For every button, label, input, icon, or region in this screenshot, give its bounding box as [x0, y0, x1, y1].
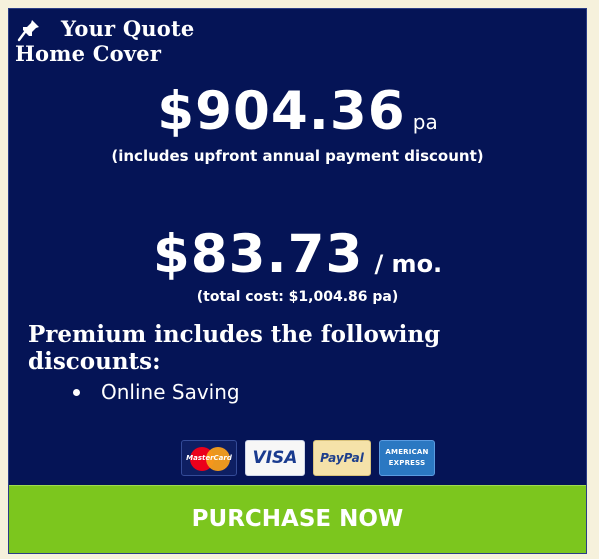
amex-icon: AMERICAN EXPRESS [379, 440, 435, 476]
amex-label: AMERICAN EXPRESS [385, 448, 429, 467]
list-item: Online Saving [73, 378, 240, 406]
bullet-icon [73, 389, 80, 396]
paypal-icon: PayPal [313, 440, 371, 476]
monthly-total-note: (total cost: $1,004.86 pa) [196, 289, 399, 305]
monthly-price-amount: $83.73 [152, 224, 364, 285]
annual-price-unit: pa [412, 110, 438, 134]
visa-label: VISA [252, 448, 298, 468]
discount-list: Online Saving [73, 378, 240, 406]
paypal-label: PayPal [320, 451, 364, 465]
discounts-heading: Premium includes the following discounts… [28, 321, 441, 375]
quote-panel: Your Quote Home Cover $904.36 pa (includ… [8, 8, 587, 554]
purchase-now-button[interactable]: PURCHASE NOW [9, 485, 586, 553]
annual-price: $904.36 pa [9, 81, 586, 142]
mastercard-label: MasterCard [186, 454, 232, 462]
quote-title-line1: Your Quote [61, 16, 195, 41]
monthly-price: $83.73 / mo. [9, 224, 586, 285]
discount-label: Online Saving [101, 380, 240, 404]
monthly-price-unit: / mo. [374, 250, 443, 278]
quote-title-line2: Home Cover [15, 41, 162, 66]
payment-methods: MasterCard VISA PayPal AMERICAN EXPRESS [181, 440, 441, 480]
visa-icon: VISA [245, 440, 305, 476]
annual-discount-note: (includes upfront annual payment discoun… [111, 147, 484, 165]
quote-title: Your Quote Home Cover [15, 16, 194, 66]
annual-price-amount: $904.36 [157, 81, 406, 142]
mastercard-icon: MasterCard [181, 440, 237, 476]
